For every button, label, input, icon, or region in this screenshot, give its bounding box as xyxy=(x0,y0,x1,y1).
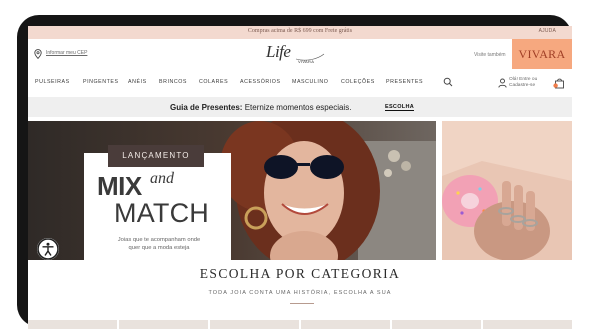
location-link[interactable]: Informar meu CEP xyxy=(46,50,87,56)
nav-item-acessorios[interactable]: ACESSÓRIOS xyxy=(240,79,281,85)
nav-item-presentes[interactable]: PRESENTES xyxy=(386,79,423,85)
promo-text: Compras acima de R$ 699 com Frete grátis xyxy=(247,28,353,34)
side-banner-photo xyxy=(442,121,572,260)
main-nav: PULSEIRAS PINGENTES ANÉIS BRINCOS COLARE… xyxy=(28,72,572,94)
category-title: ESCOLHA POR CATEGORIA xyxy=(199,266,401,281)
nav-item-colares[interactable]: COLARES xyxy=(199,79,228,85)
gift-guide-message: Eternize momentos especiais. xyxy=(242,103,352,112)
gift-guide-link[interactable]: ESCOLHA xyxy=(385,104,414,111)
gift-guide-title: Guia de Presentes: xyxy=(170,103,243,112)
category-thumb[interactable] xyxy=(483,320,572,329)
category-thumb[interactable] xyxy=(301,320,390,329)
category-thumb[interactable] xyxy=(119,320,208,329)
nav-item-colecoes[interactable]: COLEÇÕES xyxy=(341,79,375,85)
gift-guide-banner[interactable]: Guia de Presentes: Eternize momentos esp… xyxy=(28,97,572,117)
hero-card: MIX and MATCH Joias que te acompanham on… xyxy=(84,153,231,260)
hero-subtitle-line-1: Joias que te acompanham onde xyxy=(117,237,201,243)
category-thumb[interactable] xyxy=(392,320,481,329)
gift-guide-text: Guia de Presentes: Eternize momentos esp… xyxy=(170,103,351,112)
help-link[interactable]: AJUDA xyxy=(539,28,556,34)
login-line-2: Cadastre-se xyxy=(509,83,536,88)
nav-item-brincos[interactable]: BRINCOS xyxy=(159,79,187,85)
category-subtitle: TODA JOIA CONTA UMA HISTÓRIA, ESCOLHA A … xyxy=(208,290,392,296)
search-icon[interactable] xyxy=(443,77,453,87)
category-thumb[interactable] xyxy=(210,320,299,329)
shopping-bag-icon[interactable] xyxy=(553,77,565,89)
browser-screen: Compras acima de R$ 699 com Frete grátis… xyxy=(28,26,572,329)
login-link[interactable]: Olá! Entre ou Cadastre-se xyxy=(509,77,537,89)
accessibility-icon[interactable] xyxy=(37,238,59,260)
promo-bar: Compras acima de R$ 699 com Frete grátis… xyxy=(28,26,572,39)
location-pin-icon xyxy=(34,49,42,59)
category-thumb[interactable] xyxy=(28,320,117,329)
hero-title-and: and xyxy=(150,170,174,187)
nav-item-pingentes[interactable]: PINGENTES xyxy=(83,79,119,85)
user-icon[interactable] xyxy=(498,78,507,88)
vivara-brand-button[interactable]: VIVARA xyxy=(512,39,572,69)
nav-item-pulseiras[interactable]: PULSEIRAS xyxy=(35,79,70,85)
side-banner[interactable] xyxy=(442,121,572,260)
launch-tag: LANÇAMENTO xyxy=(108,145,204,167)
nav-item-aneis[interactable]: ANÉIS xyxy=(128,79,147,85)
hero-subtitle: Joias que te acompanham onde quer que a … xyxy=(104,237,214,252)
hero-title-match: MATCH xyxy=(114,198,209,228)
hero-banner[interactable]: MIX and MATCH Joias que te acompanham on… xyxy=(28,121,436,260)
site-header: Informar meu CEP Life VIVARA Visite tamb… xyxy=(28,39,572,71)
hero-subtitle-line-2: quer que a moda esteja xyxy=(128,244,190,251)
title-divider xyxy=(290,303,314,304)
category-thumbnails xyxy=(28,320,572,329)
logo-swash xyxy=(295,53,325,61)
nav-item-masculino[interactable]: MASCULINO xyxy=(292,79,328,85)
hero-title-mix: MIX xyxy=(97,171,142,201)
life-logo[interactable]: Life VIVARA xyxy=(266,42,326,68)
visit-also-text: Visite também xyxy=(474,52,506,58)
